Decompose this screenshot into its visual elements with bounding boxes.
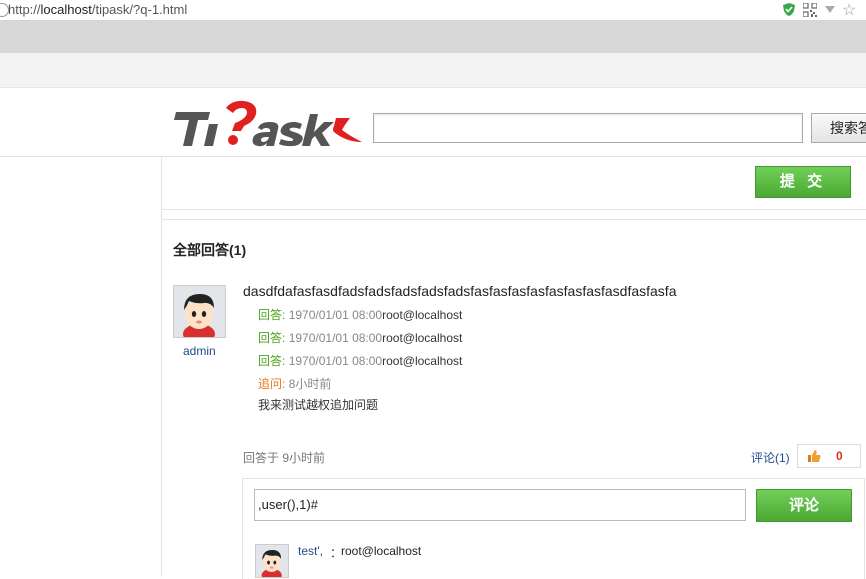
followup-item: 追问: 8小时前 [258,375,331,392]
shield-extension-icon[interactable] [782,2,796,17]
comment-input[interactable]: ,user(),1)# [254,489,746,521]
admin-avatar[interactable] [173,285,226,338]
url-text[interactable]: http://localhost/tipask/?q-1.html [8,2,187,17]
comment-avatar[interactable] [255,544,289,578]
search-button[interactable]: 搜索答 [811,113,866,143]
reply-time: 1970/01/01 08:00 [288,331,383,345]
reply-text: root@localhost [382,354,463,368]
reply-label: 回答: [258,354,286,368]
comment-text: root@localhost [341,544,422,558]
reply-time: 1970/01/01 08:00 [288,354,383,368]
upvote-button[interactable]: 0 [797,444,861,468]
address-bar[interactable]: http://localhost/tipask/?q-1.html ☆ [0,0,866,21]
followup-label: 追问: [258,377,286,391]
tipask-logo[interactable] [174,98,364,150]
reply-text: root@localhost [382,331,463,345]
avatar-face-icon [256,545,288,577]
answer-author-link[interactable]: admin [183,344,216,358]
search-input[interactable] [373,113,803,143]
site-header: 搜索答 [0,88,866,157]
answers-section: 全部回答(1) admin dasdfdafasfasdfadsfadsfads… [162,219,866,579]
followup-time: 8小时前 [288,377,332,391]
reply-item: 回答: 1970/01/01 08:00root@localhost [258,352,462,369]
qr-code-icon[interactable] [803,3,817,17]
answered-at: 回答于 9小时前 [243,451,326,465]
submit-button[interactable]: 提 交 [755,166,851,198]
comment-author-link[interactable]: test', [298,544,323,558]
reply-item: 回答: 1970/01/01 08:00root@localhost [258,306,462,323]
comment-submit-button[interactable]: 评论 [756,489,852,522]
comment-count-link[interactable]: 评论(1) [751,449,790,466]
reply-item: 回答: 1970/01/01 08:00root@localhost [258,329,462,346]
answers-title: 全部回答(1) [173,242,247,258]
bookmark-star-icon[interactable]: ☆ [842,0,856,20]
reply-text: root@localhost [382,308,463,322]
reply-label: 回答: [258,308,286,322]
avatar-face-icon [174,286,225,337]
thumbs-up-icon [808,450,821,462]
reply-label: 回答: [258,331,286,345]
tab-strip [0,21,866,53]
followup-text: 我来测试越权追加问题 [258,398,379,412]
dropdown-arrow-icon[interactable] [825,6,835,13]
vote-count: 0 [836,449,843,463]
comment-panel: ,user(),1)# 评论 test', ： root@localhost [242,478,865,579]
answer-content: dasdfdafasfasdfadsfadsfadsfadsfadsfasfas… [243,283,677,299]
submit-panel: 提 交 [162,157,866,210]
top-nav-bar [0,53,866,88]
reply-time: 1970/01/01 08:00 [288,308,383,322]
